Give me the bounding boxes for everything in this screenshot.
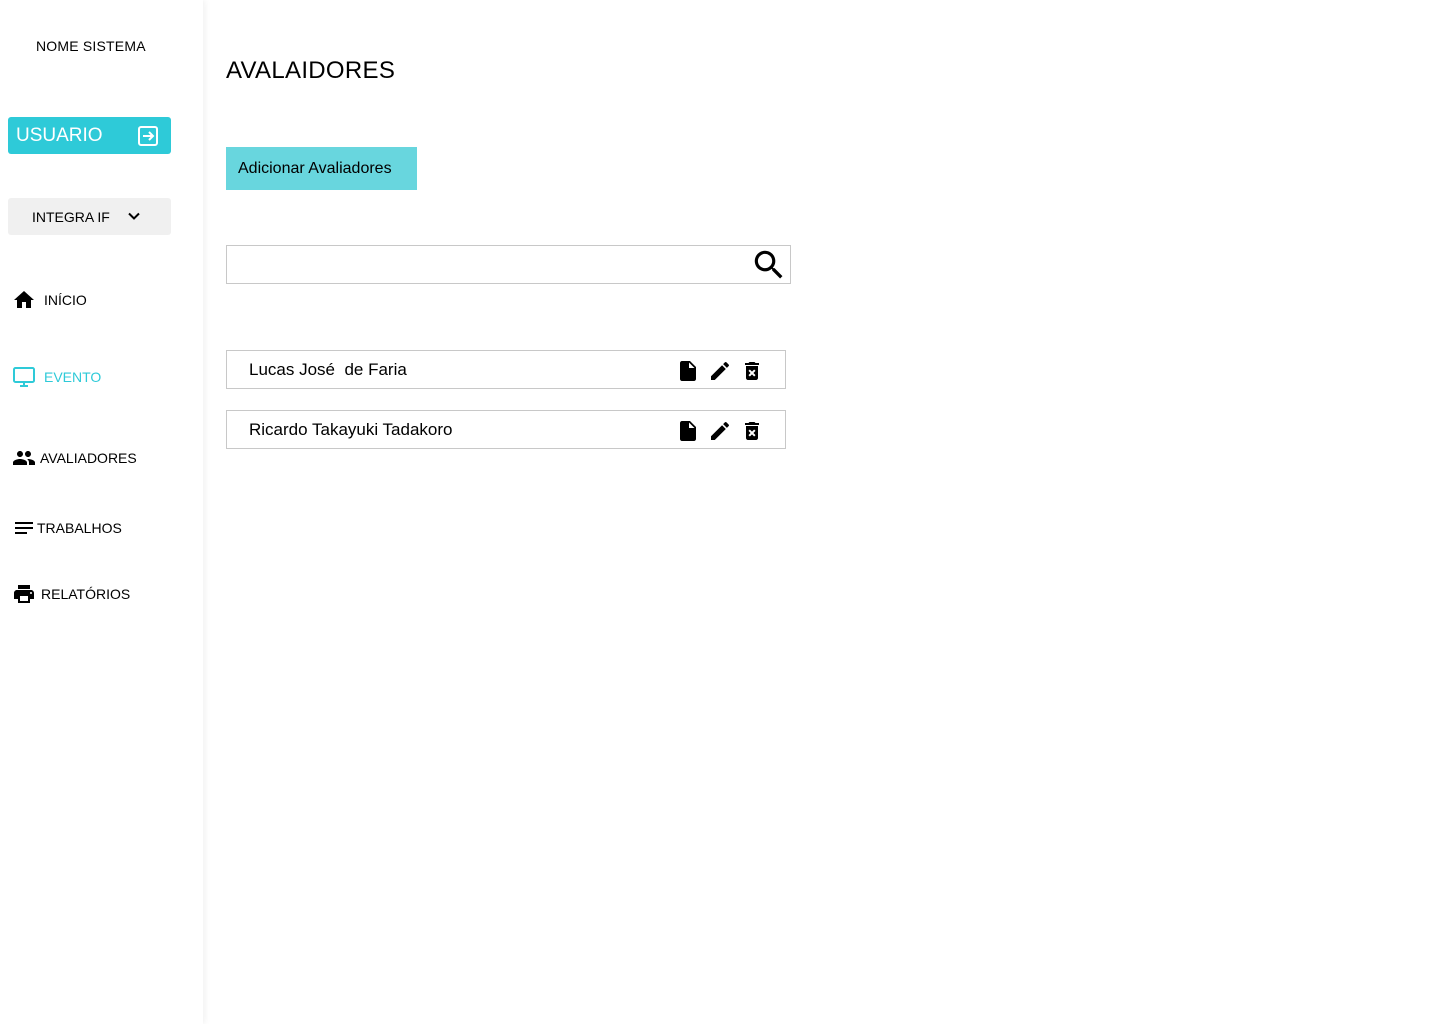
document-icon[interactable]	[676, 419, 700, 443]
list-item: Lucas José de Faria	[226, 350, 786, 389]
add-evaluators-button[interactable]: Adicionar Avaliadores	[226, 147, 417, 190]
brand-name: NOME SISTEMA	[36, 38, 146, 54]
row-actions	[676, 419, 764, 443]
event-selector-value: INTEGRA IF	[32, 208, 110, 225]
evaluator-name: Ricardo Takayuki Tadakoro	[249, 419, 453, 439]
chevron-down-icon	[128, 212, 140, 220]
evaluator-name: Lucas José de Faria	[249, 359, 407, 379]
user-button[interactable]: USUARIO	[8, 117, 171, 154]
sidebar-item-trabalhos[interactable]: TRABALHOS	[12, 515, 122, 541]
sidebar-item-label: EVENTO	[44, 369, 102, 385]
sidebar-item-label: INÍCIO	[44, 292, 87, 308]
people-icon	[13, 451, 35, 465]
search-icon[interactable]	[750, 246, 788, 284]
monitor-icon	[13, 367, 35, 387]
sidebar: NOME SISTEMA USUARIO INTEGRA IF INÍCIO E…	[0, 0, 203, 1024]
sidebar-item-avaliadores[interactable]: AVALIADORES	[12, 445, 137, 471]
sidebar-item-label: RELATÓRIOS	[41, 586, 131, 602]
document-icon[interactable]	[676, 359, 700, 383]
search-box	[226, 245, 791, 284]
sidebar-item-evento[interactable]: EVENTO	[12, 364, 101, 390]
row-actions	[676, 359, 764, 383]
sidebar-item-label: AVALIADORES	[40, 450, 137, 466]
printer-icon	[14, 585, 34, 603]
sidebar-item-relatorios[interactable]: RELATÓRIOS	[12, 581, 130, 607]
sidebar-item-inicio[interactable]: INÍCIO	[12, 287, 87, 313]
delete-icon[interactable]	[740, 359, 764, 383]
home-icon	[14, 291, 34, 308]
edit-icon[interactable]	[708, 359, 732, 383]
delete-icon[interactable]	[740, 419, 764, 443]
list-item: Ricardo Takayuki Tadakoro	[226, 410, 786, 449]
sidebar-item-label: TRABALHOS	[37, 520, 122, 536]
user-button-label: USUARIO	[16, 124, 103, 146]
event-selector[interactable]: INTEGRA IF	[8, 198, 171, 235]
lines-icon	[15, 522, 33, 534]
page-title: AVALAIDORES	[226, 57, 396, 84]
search-input[interactable]	[227, 246, 747, 283]
edit-icon[interactable]	[708, 419, 732, 443]
logout-icon	[138, 126, 158, 146]
